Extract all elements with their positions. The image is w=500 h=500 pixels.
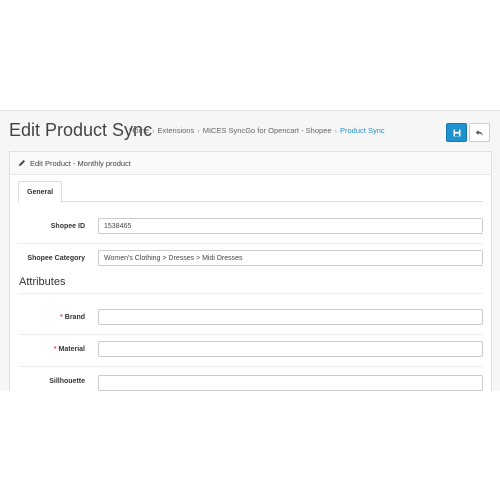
breadcrumb-separator: ›	[197, 126, 200, 135]
divider	[18, 334, 483, 335]
material-field[interactable]	[98, 341, 483, 357]
breadcrumb-extensions[interactable]: Extensions	[158, 126, 195, 135]
divider	[18, 293, 483, 294]
silhouette-field[interactable]	[98, 375, 483, 391]
material-label-text: Material	[58, 346, 85, 353]
tab-general[interactable]: General	[18, 181, 63, 203]
divider	[18, 366, 483, 367]
page-content: Edit Product Sync Home › Extensions › MICES …	[0, 110, 500, 391]
brand-label-text: Brand	[64, 314, 85, 321]
attributes-heading: Attributes	[19, 276, 66, 288]
pencil-icon	[19, 160, 25, 166]
shopee-id-label: Shopee ID	[50, 223, 85, 230]
breadcrumb: Home › Extensions › MICES SyncGo for Opencar…	[129, 126, 385, 135]
breadcrumb-separator: ›	[152, 126, 155, 135]
brand-label: * Brand	[60, 314, 85, 321]
panel-heading: Edit Product - Monthly product	[10, 152, 491, 175]
material-label: * Material	[54, 346, 85, 353]
page-header: Edit Product Sync Home › Extensions › MICES …	[9, 118, 490, 144]
breadcrumb-mices[interactable]: MICES SyncGo for Opencart - Shopee	[203, 126, 332, 135]
save-button[interactable]	[446, 123, 467, 142]
panel-title: Edit Product - Monthly product	[30, 158, 131, 168]
divider	[18, 243, 483, 244]
shopee-category-label: Shopee Category	[27, 255, 85, 262]
brand-field[interactable]	[98, 309, 483, 325]
breadcrumb-product-sync[interactable]: Product Sync	[340, 126, 385, 135]
shopee-category-field[interactable]: Women's Clothing > Dresses > Midi Dresse…	[98, 250, 483, 266]
required-marker: *	[60, 314, 63, 321]
required-marker: *	[53, 346, 57, 353]
reply-icon	[475, 129, 483, 136]
silhouette-label: Sillhouette	[49, 378, 85, 385]
save-icon	[453, 129, 460, 136]
back-button[interactable]	[469, 123, 490, 142]
breadcrumb-separator: ›	[334, 126, 338, 135]
edit-product-panel: Edit Product - Monthly product General S…	[9, 151, 492, 391]
tab-bar: General	[18, 181, 483, 203]
breadcrumb-home[interactable]: Home	[129, 126, 149, 135]
shopee-id-field[interactable]: 1538465	[98, 218, 483, 234]
